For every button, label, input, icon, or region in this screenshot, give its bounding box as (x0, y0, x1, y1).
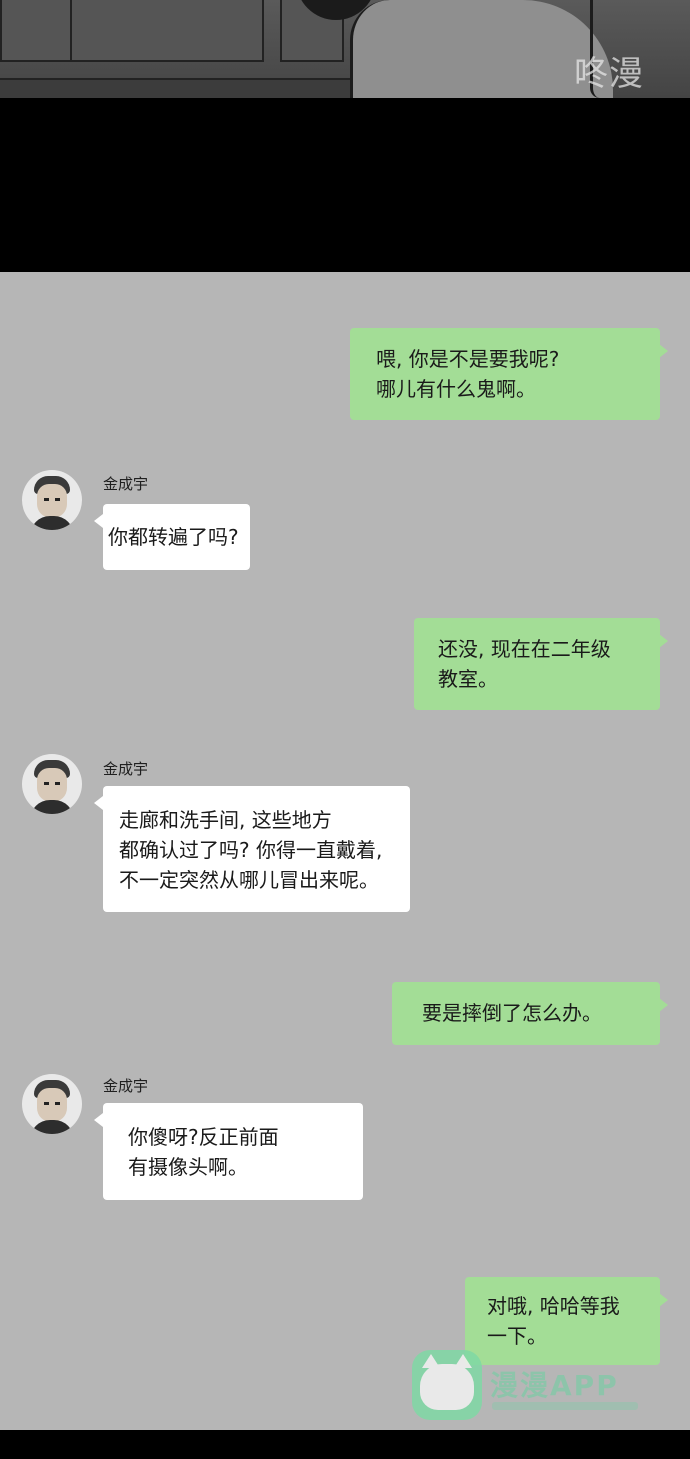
panel-gutter-bottom (0, 1430, 690, 1459)
sent-message-bubble: 对哦, 哈哈等我 一下。 (465, 1277, 668, 1365)
avatar-eye (44, 498, 49, 501)
app-watermark-label: 漫漫APP (490, 1369, 619, 1402)
avatar-eye (55, 498, 60, 501)
panel-window (70, 0, 264, 62)
comic-page: 咚漫 喂, 你是不是要我呢? 哪儿有什么鬼啊。 金成宇 你都转遍了吗? 还没, … (0, 0, 690, 1459)
sender-name: 金成宇 (103, 760, 149, 778)
cat-ear (422, 1354, 440, 1368)
sender-name: 金成宇 (103, 475, 149, 493)
app-logo-icon (412, 1350, 482, 1420)
contact-avatar[interactable] (22, 470, 82, 530)
cat-mascot-icon (420, 1354, 474, 1410)
avatar-eye (55, 782, 60, 785)
cat-ear (454, 1354, 472, 1368)
avatar-face (37, 768, 67, 802)
avatar-eye (44, 782, 49, 785)
avatar-face (37, 1088, 67, 1122)
avatar-shirt (30, 800, 74, 814)
sent-message-bubble: 还没, 现在在二年级 教室。 (414, 618, 668, 710)
comic-panel-top: 咚漫 (0, 0, 690, 98)
avatar-shirt (30, 1120, 74, 1134)
sent-message-bubble: 喂, 你是不是要我呢? 哪儿有什么鬼啊。 (350, 328, 668, 420)
dongman-watermark: 咚漫 (574, 54, 644, 94)
panel-gutter (0, 98, 690, 272)
avatar-eye (44, 1102, 49, 1105)
avatar-eye (55, 1102, 60, 1105)
avatar-shirt (30, 516, 74, 530)
contact-avatar[interactable] (22, 754, 82, 814)
avatar-face (37, 484, 67, 518)
app-watermark-subline (492, 1402, 638, 1410)
panel-window (0, 0, 74, 62)
received-message-bubble: 你傻呀?反正前面 有摄像头啊。 (94, 1103, 363, 1200)
panel-floor (0, 78, 350, 98)
received-message-bubble: 走廊和洗手间, 这些地方 都确认过了吗? 你得一直戴着, 不一定突然从哪儿冒出来… (94, 786, 410, 912)
chat-screen: 喂, 你是不是要我呢? 哪儿有什么鬼啊。 金成宇 你都转遍了吗? 还没, 现在在… (0, 272, 690, 1430)
contact-avatar[interactable] (22, 1074, 82, 1134)
sent-message-bubble: 要是摔倒了怎么办。 (392, 982, 668, 1045)
sender-name: 金成宇 (103, 1077, 149, 1095)
received-message-bubble: 你都转遍了吗? (94, 504, 250, 570)
